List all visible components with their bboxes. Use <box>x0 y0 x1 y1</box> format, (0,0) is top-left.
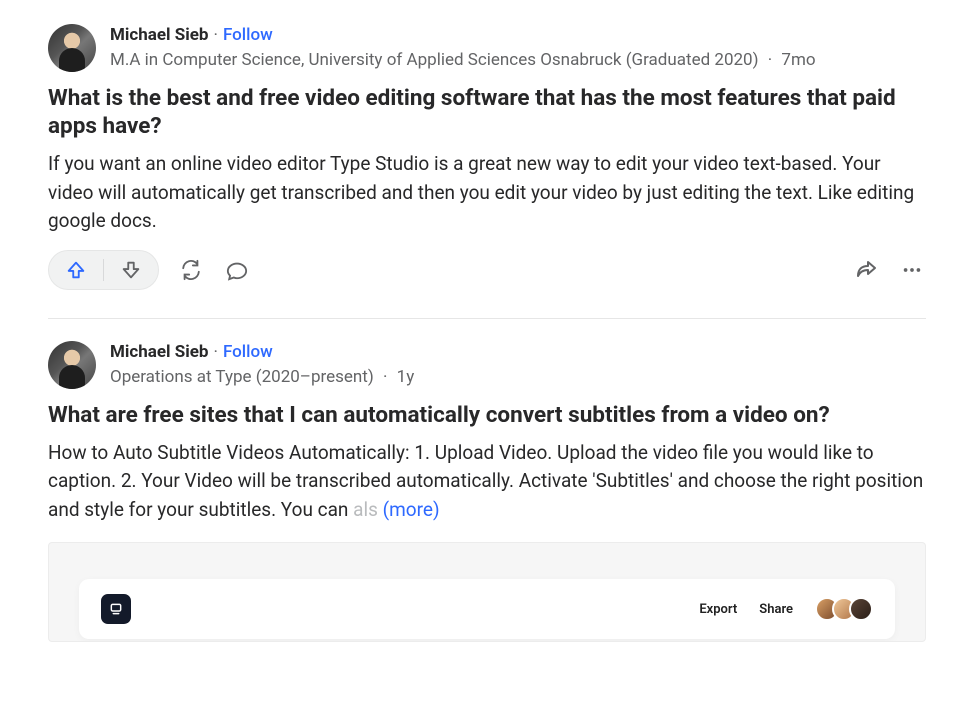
action-bar <box>48 250 926 290</box>
answer-post: Michael Sieb · Follow M.A in Computer Sc… <box>48 24 926 308</box>
post-time: 7mo <box>781 50 815 70</box>
separator-dot: · <box>763 50 777 70</box>
credential-text: M.A in Computer Science, University of A… <box>110 50 759 70</box>
question-title[interactable]: What are free sites that I can automatic… <box>48 401 926 429</box>
separator-dot: · <box>378 367 392 387</box>
post-header: Michael Sieb · Follow Operations at Type… <box>48 341 926 389</box>
comment-icon <box>226 259 248 281</box>
post-time: 1y <box>397 367 415 387</box>
post-header: Michael Sieb · Follow M.A in Computer Sc… <box>48 24 926 72</box>
more-icon <box>901 259 923 281</box>
author-avatar[interactable] <box>48 341 96 389</box>
credential-text: Operations at Type (2020–present) <box>110 367 374 387</box>
collaborator-avatars[interactable] <box>815 597 873 621</box>
follow-link[interactable]: Follow <box>223 24 273 47</box>
answer-body: If you want an online video editor Type … <box>48 150 926 236</box>
avatar-icon <box>849 597 873 621</box>
author-credential: M.A in Computer Science, University of A… <box>110 49 816 72</box>
question-title[interactable]: What is the best and free video editing … <box>48 84 926 140</box>
upvote-button[interactable] <box>49 251 103 289</box>
comment-button[interactable] <box>223 256 251 284</box>
downvote-button[interactable] <box>104 251 158 289</box>
export-button[interactable]: Export <box>699 602 737 617</box>
repost-icon <box>180 259 202 281</box>
follow-link[interactable]: Follow <box>223 341 273 364</box>
share-button[interactable] <box>852 256 880 284</box>
share-button[interactable]: Share <box>759 602 793 617</box>
author-name-link[interactable]: Michael Sieb <box>110 341 208 364</box>
author-avatar[interactable] <box>48 24 96 72</box>
embed-toolbar: Export Share <box>79 579 895 639</box>
author-meta: Michael Sieb · Follow Operations at Type… <box>110 341 414 389</box>
repost-button[interactable] <box>177 256 205 284</box>
read-more-link[interactable]: (more) <box>383 498 440 521</box>
vote-group <box>48 250 159 290</box>
answer-fade: als <box>353 498 378 521</box>
author-meta: Michael Sieb · Follow M.A in Computer Sc… <box>110 24 816 72</box>
downvote-icon <box>120 259 142 281</box>
answer-text: How to Auto Subtitle Videos Automaticall… <box>48 441 923 521</box>
separator-dot: · <box>208 24 222 47</box>
share-icon <box>854 258 878 282</box>
post-divider <box>48 318 926 319</box>
answer-post: Michael Sieb · Follow Operations at Type… <box>48 341 926 655</box>
answer-body: How to Auto Subtitle Videos Automaticall… <box>48 439 926 525</box>
author-name-link[interactable]: Michael Sieb <box>110 24 208 47</box>
more-options-button[interactable] <box>898 256 926 284</box>
app-logo-icon <box>101 594 131 624</box>
upvote-icon <box>65 259 87 281</box>
separator-dot: · <box>208 341 222 364</box>
author-credential: Operations at Type (2020–present) · 1y <box>110 366 414 389</box>
image-embed[interactable]: Export Share <box>48 542 926 642</box>
